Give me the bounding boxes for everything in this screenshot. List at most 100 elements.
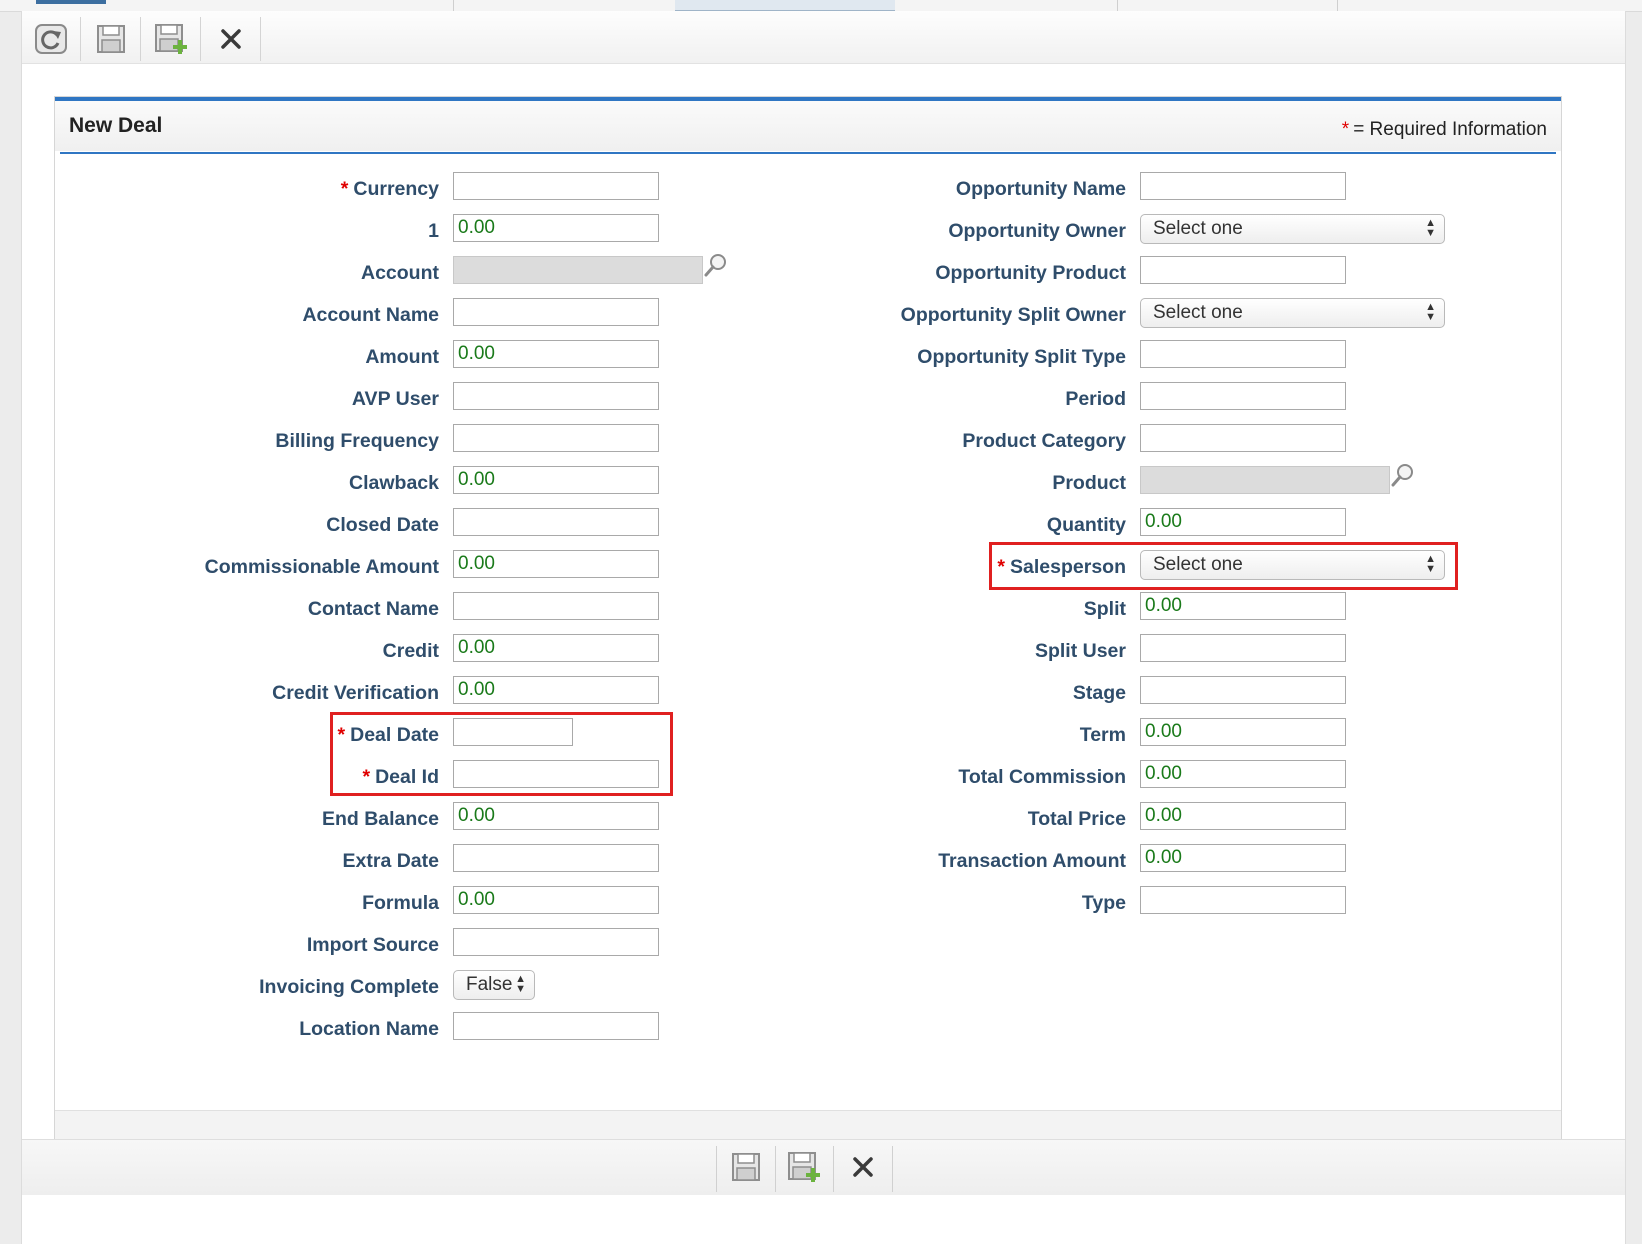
bottom-save-button[interactable]	[716, 1146, 776, 1192]
total-commission-input[interactable]	[1140, 760, 1346, 788]
split-user-input[interactable]	[1140, 634, 1346, 662]
label-text: Opportunity Product	[935, 262, 1126, 284]
required-info-note: * = Required Information	[1342, 119, 1547, 141]
product-input[interactable]	[1140, 466, 1390, 494]
label-quantity: Quantity	[1047, 514, 1126, 537]
label-text: Invoicing Complete	[259, 976, 439, 998]
label-text: Opportunity Owner	[948, 220, 1126, 242]
invoicing-complete-select[interactable]: False ▲ ▼	[453, 970, 535, 1000]
label-text: Term	[1079, 724, 1126, 746]
label-location-name: Location Name	[299, 1018, 439, 1041]
period-input[interactable]	[1140, 382, 1346, 410]
bottom-toolbar	[22, 1139, 1625, 1195]
field-row-location-name: Location Name	[55, 1012, 1555, 1044]
transaction-amount-input[interactable]	[1140, 844, 1346, 872]
location-name-input[interactable]	[453, 1012, 659, 1040]
updown-arrows-icon: ▲ ▼	[1425, 301, 1436, 323]
product-category-input[interactable]	[1140, 424, 1346, 452]
opportunity-split-owner-select[interactable]: Select one ▲ ▼	[1140, 298, 1445, 328]
updown-arrows-icon: ▲ ▼	[515, 973, 526, 995]
tab-divider	[453, 0, 454, 11]
label-text: Quantity	[1046, 514, 1126, 536]
field-row-stage: Stage	[55, 676, 1555, 708]
label-import-source: Import Source	[307, 934, 439, 957]
label-opportunity-owner: Opportunity Owner	[948, 220, 1126, 243]
label-text: Import Source	[306, 934, 439, 956]
new-deal-panel: New Deal * = Required Information * Curren…	[54, 96, 1562, 1159]
bottom-close-button[interactable]	[834, 1146, 893, 1192]
field-row-transaction-amount: Transaction Amount	[55, 844, 1555, 876]
label-split-user: Split User	[1035, 640, 1126, 663]
label-text: Total Commission	[958, 766, 1126, 788]
field-row-quantity: Quantity	[55, 508, 1555, 540]
search-lookup-icon[interactable]	[1390, 462, 1416, 493]
label-text: Salesperson	[1010, 556, 1126, 578]
label-text: Period	[1065, 388, 1126, 410]
field-row-type: Type	[55, 886, 1555, 918]
type-input[interactable]	[1140, 886, 1346, 914]
label-text: Location Name	[299, 1018, 439, 1040]
required-marker: *	[997, 556, 1006, 578]
field-row-opportunity-split-owner: Opportunity Split Owner Select one ▲ ▼	[55, 298, 1555, 330]
import-source-input[interactable]	[453, 928, 659, 956]
opportunity-split-type-input[interactable]	[1140, 340, 1346, 368]
field-row-opportunity-split-type: Opportunity Split Type	[55, 340, 1555, 372]
label-text: Transaction Amount	[938, 850, 1126, 872]
label-invoicing-complete: Invoicing Complete	[259, 976, 439, 999]
required-info-text: = Required Information	[1353, 119, 1547, 140]
label-transaction-amount: Transaction Amount	[938, 850, 1126, 873]
save-and-new-button[interactable]	[142, 17, 201, 61]
label-text: Opportunity Split Type	[917, 346, 1126, 368]
label-text: Product	[1052, 472, 1126, 494]
opportunity-name-input[interactable]	[1140, 172, 1346, 200]
field-row-period: Period	[55, 382, 1555, 414]
field-row-total-price: Total Price	[55, 802, 1555, 834]
label-stage: Stage	[1073, 682, 1126, 705]
field-row-split-user: Split User	[55, 634, 1555, 666]
top-toolbar	[22, 11, 1625, 64]
save-new-icon	[153, 22, 189, 56]
label-text: Opportunity Split Owner	[900, 304, 1126, 326]
label-text: Split User	[1034, 640, 1126, 662]
new-deal-window: New Deal * = Required Information * Curren…	[21, 11, 1626, 1244]
close-icon	[850, 1154, 876, 1185]
label-product: Product	[1052, 472, 1126, 495]
label-period: Period	[1065, 388, 1126, 411]
opportunity-product-input[interactable]	[1140, 256, 1346, 284]
tab-divider	[1117, 0, 1118, 11]
term-input[interactable]	[1140, 718, 1346, 746]
label-opportunity-split-type: Opportunity Split Type	[917, 346, 1126, 369]
select-value: Select one	[1153, 302, 1243, 323]
split-input[interactable]	[1140, 592, 1346, 620]
save-button[interactable]	[82, 17, 141, 61]
label-text: Product Category	[962, 430, 1126, 452]
salesperson-select[interactable]: Select one ▲ ▼	[1140, 550, 1445, 580]
save-icon	[730, 1151, 762, 1188]
total-price-input[interactable]	[1140, 802, 1346, 830]
stage-input[interactable]	[1140, 676, 1346, 704]
field-row-term: Term	[55, 718, 1555, 750]
tab-indicator	[36, 0, 106, 4]
refresh-button[interactable]	[22, 17, 81, 61]
bottom-save-and-new-button[interactable]	[775, 1146, 834, 1192]
updown-arrows-icon: ▲ ▼	[1425, 217, 1436, 239]
label-split: Split	[1084, 598, 1126, 621]
label-text: Stage	[1072, 682, 1126, 704]
field-row-invoicing-complete: Invoicing Complete False ▲ ▼	[55, 970, 1555, 1002]
select-value: Select one	[1153, 218, 1243, 239]
save-icon	[95, 23, 127, 55]
header-divider	[60, 152, 1556, 154]
field-row-salesperson: * Salesperson Select one ▲ ▼	[55, 550, 1555, 582]
close-button[interactable]	[202, 17, 261, 61]
opportunity-owner-select[interactable]: Select one ▲ ▼	[1140, 214, 1445, 244]
quantity-input[interactable]	[1140, 508, 1346, 536]
select-value: Select one	[1153, 554, 1243, 575]
updown-arrows-icon: ▲ ▼	[1425, 553, 1436, 575]
label-type: Type	[1082, 892, 1126, 915]
label-opportunity-name: Opportunity Name	[956, 178, 1126, 201]
label-opportunity-split-owner: Opportunity Split Owner	[901, 304, 1126, 327]
field-row-product-category: Product Category	[55, 424, 1555, 456]
refresh-icon	[34, 23, 68, 55]
page-title: New Deal	[69, 114, 163, 137]
label-term: Term	[1080, 724, 1126, 747]
